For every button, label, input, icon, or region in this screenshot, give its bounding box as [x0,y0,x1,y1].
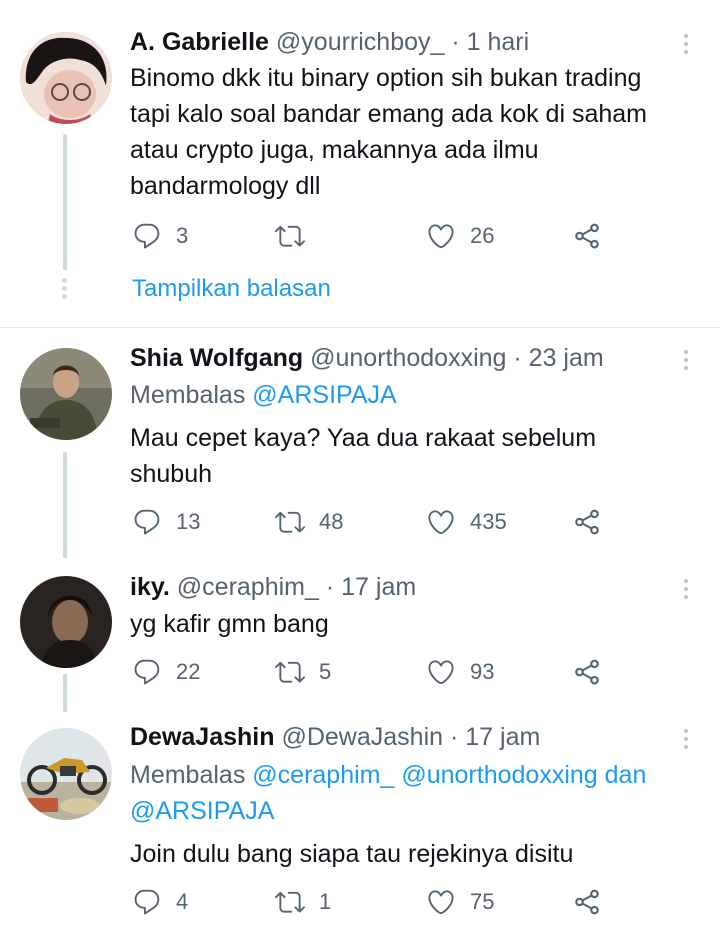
username[interactable]: @DewaJashin [281,723,443,751]
share-button[interactable] [572,882,602,922]
reply-icon [132,657,162,687]
retweet-button[interactable] [275,216,319,256]
thread-line [63,134,67,270]
tweet-text: Mau cepet kaya? Yaa dua rakaat sebelum s… [130,424,597,488]
tweet-header: A. Gabrielle @yourrichboy_ · 1 hari [130,25,529,59]
timestamp[interactable]: · 23 jam [513,344,603,372]
heart-icon [426,507,456,537]
like-count: 435 [470,509,507,534]
thread-line [63,674,67,712]
reply-count: 22 [176,659,201,684]
retweet-button[interactable]: 1 [275,882,331,922]
tweet-header: Shia Wolfgang @unorthodoxxing · 23 jam [130,341,604,375]
tweet-actions: 4 1 75 [130,882,610,922]
more-vertical-icon[interactable] [676,729,696,753]
timestamp[interactable]: · 17 jam [450,723,540,751]
retweet-count: 48 [319,509,344,534]
thread-gap-dots [62,278,68,302]
retweet-icon [275,887,305,917]
timestamp[interactable]: · 1 hari [451,28,529,56]
replying-to: Membalas @ARSIPAJA [130,381,397,409]
share-button[interactable] [572,502,602,542]
reply-icon [132,221,162,251]
heart-icon [426,221,456,251]
retweet-button[interactable]: 48 [275,502,343,542]
avatar[interactable] [20,576,112,668]
mention-link[interactable]: @ceraphim_ [252,761,394,789]
tweet-2[interactable]: Shia Wolfgang @unorthodoxxing · 23 jam M… [0,328,720,560]
reply-icon [132,887,162,917]
display-name[interactable]: iky. [130,573,170,601]
avatar-image [20,728,112,820]
display-name[interactable]: A. Gabrielle [130,28,269,56]
avatar[interactable] [20,348,112,440]
like-count: 26 [470,223,495,248]
tweet-4[interactable]: DewaJashin @DewaJashin · 17 jam Membalas… [0,710,720,934]
reply-button[interactable]: 3 [132,216,188,256]
mention-link[interactable]: @unorthodoxxing [401,761,597,789]
like-count: 75 [470,889,495,914]
more-vertical-icon[interactable] [676,579,696,603]
retweet-button[interactable]: 5 [275,652,331,692]
tweet-actions: 3 26 [130,216,610,256]
reply-button[interactable]: 13 [132,502,200,542]
tweet-actions: 13 48 435 [130,502,610,542]
tweet-header: iky. @ceraphim_ · 17 jam [130,570,416,604]
like-button[interactable]: 75 [426,882,494,922]
share-icon [572,657,602,687]
tweet-text: Binomo dkk itu binary option sih bukan t… [130,64,647,200]
reply-button[interactable]: 4 [132,882,188,922]
like-button[interactable]: 26 [426,216,494,256]
retweet-count: 5 [319,659,332,684]
share-icon [572,507,602,537]
username[interactable]: @ceraphim_ [177,573,319,601]
tweet-actions: 22 5 93 [130,652,610,692]
avatar-image [20,348,112,440]
username[interactable]: @unorthodoxxing [310,344,506,372]
avatar-image [20,576,112,668]
reply-button[interactable]: 22 [132,652,200,692]
tweet-text: Join dulu bang siapa tau rejekinya disit… [130,840,574,868]
share-icon [572,887,602,917]
thread-line [63,452,67,558]
mention-link[interactable]: @ARSIPAJA [130,797,274,825]
reply-icon [132,507,162,537]
like-count: 93 [470,659,495,684]
retweet-icon [275,507,305,537]
avatar-image [20,32,112,124]
share-icon [572,221,602,251]
retweet-icon [275,221,305,251]
avatar[interactable] [20,728,112,820]
reply-count: 3 [176,223,189,248]
more-vertical-icon[interactable] [676,34,696,58]
heart-icon [426,887,456,917]
heart-icon [426,657,456,687]
tweet-3[interactable]: iky. @ceraphim_ · 17 jam yg kafir gmn ba… [0,560,720,712]
username[interactable]: @yourrichboy_ [276,28,445,56]
more-vertical-icon[interactable] [676,350,696,374]
reply-count: 13 [176,509,201,534]
retweet-icon [275,657,305,687]
share-button[interactable] [572,216,602,256]
show-replies-link[interactable]: Tampilkan balasan [132,273,331,305]
like-button[interactable]: 435 [426,502,507,542]
share-button[interactable] [572,652,602,692]
avatar[interactable] [20,32,112,124]
tweet-1[interactable]: A. Gabrielle @yourrichboy_ · 1 hari Bino… [0,0,720,327]
display-name[interactable]: Shia Wolfgang [130,344,303,372]
timestamp[interactable]: · 17 jam [326,573,416,601]
retweet-count: 1 [319,889,332,914]
reply-count: 4 [176,889,189,914]
replying-to-cont: @ARSIPAJA [130,794,274,828]
like-button[interactable]: 93 [426,652,494,692]
mention-join: dan [604,761,647,789]
tweet-header: DewaJashin @DewaJashin · 17 jam [130,720,540,754]
display-name[interactable]: DewaJashin [130,723,275,751]
replying-to: Membalas @ceraphim_ @unorthodoxxing dan [130,761,647,789]
mention-link[interactable]: @ARSIPAJA [252,381,396,409]
tweet-text: yg kafir gmn bang [130,610,329,638]
